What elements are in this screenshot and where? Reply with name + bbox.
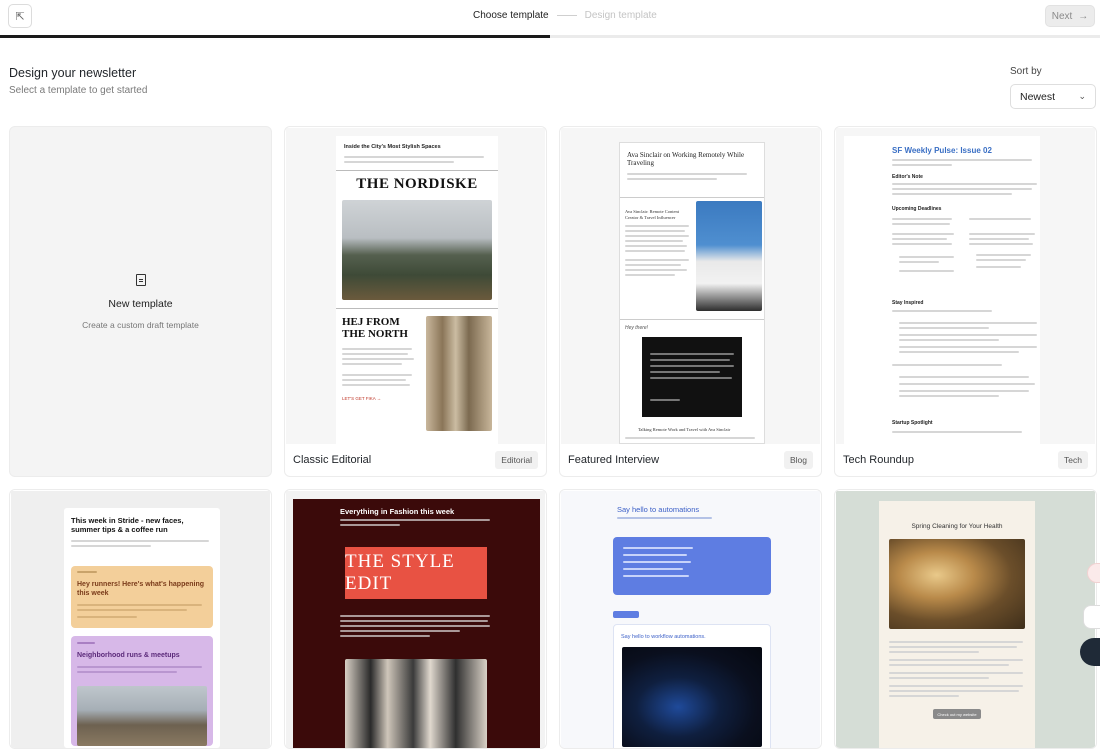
preview-headline: Everything in Fashion this week	[340, 507, 455, 516]
preview-box-2: Neighborhood runs & meetups	[71, 636, 213, 746]
preview-cta: Check out my website	[933, 709, 981, 719]
template-name: Classic Editorial	[293, 454, 372, 466]
preview-box2-text: Neighborhood runs & meetups	[77, 652, 180, 659]
next-button-label: Next	[1051, 10, 1073, 22]
preview-bottom: Talking Remote Work and Travel with Ava …	[638, 427, 731, 432]
preview-blue-box	[613, 537, 771, 595]
preview-headline: Say hello to automations	[617, 505, 700, 514]
preview-image-forest	[426, 316, 492, 431]
template-card-style-edit[interactable]: Everything in Fashion this week THE STYL…	[284, 489, 547, 749]
preview-headline: This week in Stride - new faces, summer …	[71, 516, 184, 534]
chevron-down-icon: ⌄	[1078, 91, 1086, 101]
new-template-title: New template	[108, 297, 173, 310]
template-preview: Say hello to automations Say hello to wo…	[561, 491, 820, 748]
preview-sub: Say hello to workflow automations.	[621, 634, 706, 640]
sort-select[interactable]: Newest ⌄	[1010, 84, 1096, 109]
template-preview: Spring Cleaning for Your Health Check ou…	[836, 491, 1095, 748]
preview-sub: Ava Sinclair: Remote Content Creator & T…	[625, 209, 680, 220]
sort-value: Newest	[1020, 90, 1056, 103]
preview-s3: Stay Inspired	[892, 300, 924, 306]
preview-kicker: Inside the City's Most Stylish Spaces	[344, 144, 441, 150]
preview-headline: SF Weekly Pulse: Issue 02	[892, 146, 992, 155]
template-card-stride[interactable]: This week in Stride - new faces, summer …	[9, 489, 272, 749]
step-divider	[556, 15, 577, 16]
template-card-classic-editorial[interactable]: Inside the City's Most Stylish Spaces TH…	[284, 126, 547, 477]
template-preview: Inside the City's Most Stylish Spaces TH…	[286, 128, 545, 444]
template-tag: Blog	[783, 451, 813, 469]
preview-quote-box	[642, 337, 742, 417]
template-card-spring-cleaning[interactable]: Spring Cleaning for Your Health Check ou…	[834, 489, 1097, 749]
template-card-featured-interview[interactable]: Ava Sinclair on Working Remotely While T…	[559, 126, 822, 477]
template-name: Tech Roundup	[843, 454, 914, 466]
template-tag: Editorial	[495, 451, 538, 469]
preview-masthead: THE NORDISKE	[356, 176, 478, 192]
floating-widget-2[interactable]	[1083, 605, 1100, 629]
preview-headline: Ava Sinclair on Working Remotely While T…	[627, 151, 745, 167]
template-preview: Ava Sinclair on Working Remotely While T…	[561, 128, 820, 444]
floating-widget-1[interactable]	[1087, 563, 1100, 583]
arrow-right-icon: →	[1078, 10, 1089, 22]
back-button[interactable]: ⇱	[8, 4, 32, 28]
arrow-up-left-icon: ⇱	[15, 10, 25, 23]
page-title: Design your newsletter	[9, 66, 137, 80]
preview-image-abstract	[622, 647, 762, 747]
top-bar: ⇱ Choose template Design template Next →	[0, 0, 1100, 38]
preview-s4: Startup Spotlight	[892, 420, 933, 426]
preview-box-1: Hey runners! Here's what's happening thi…	[71, 566, 213, 628]
template-tag: Tech	[1058, 451, 1088, 469]
sort-label: Sort by	[1010, 66, 1042, 77]
preview-section: HEJ FROM THE NORTH	[342, 316, 408, 340]
preview-image-landscape	[342, 200, 492, 300]
preview-image-portrait	[696, 201, 762, 311]
new-template-subtitle: Create a custom draft template	[82, 319, 199, 330]
preview-masthead: THE STYLE EDIT	[345, 547, 487, 599]
step-choose-template: Choose template	[473, 10, 549, 21]
template-card-automations[interactable]: Say hello to automations Say hello to wo…	[559, 489, 822, 749]
next-button[interactable]: Next →	[1045, 5, 1095, 27]
file-icon	[135, 273, 146, 286]
preview-card: Say hello to workflow automations.	[613, 624, 771, 748]
step-design-template: Design template	[584, 10, 657, 21]
preview-chip	[613, 611, 639, 618]
preview-image-runners	[77, 686, 207, 746]
progress-fill	[0, 35, 550, 38]
preview-quote-label: Hey there!	[625, 325, 649, 331]
new-template-card[interactable]: New template Create a custom draft templ…	[9, 126, 272, 477]
preview-headline: Spring Cleaning for Your Health	[911, 523, 1003, 530]
progress-bar	[0, 35, 1100, 38]
template-preview: This week in Stride - new faces, summer …	[11, 491, 270, 748]
template-name: Featured Interview	[568, 454, 660, 466]
preview-s2: Upcoming Deadlines	[892, 206, 942, 212]
preview-box1-text: Hey runners! Here's what's happening thi…	[77, 581, 205, 597]
step-indicator: Choose template Design template	[473, 10, 657, 21]
preview-image-runway	[345, 659, 487, 748]
template-card-tech-roundup[interactable]: SF Weekly Pulse: Issue 02 Editor's Note …	[834, 126, 1097, 477]
template-preview: SF Weekly Pulse: Issue 02 Editor's Note …	[836, 128, 1095, 444]
preview-image-forest	[889, 539, 1025, 629]
preview-cta: LET'S GET FIKA →	[342, 396, 382, 401]
floating-widget-3[interactable]	[1080, 638, 1100, 666]
page-subtitle: Select a template to get started	[9, 85, 148, 96]
template-preview: Everything in Fashion this week THE STYL…	[286, 491, 545, 748]
preview-s1: Editor's Note	[892, 174, 923, 180]
